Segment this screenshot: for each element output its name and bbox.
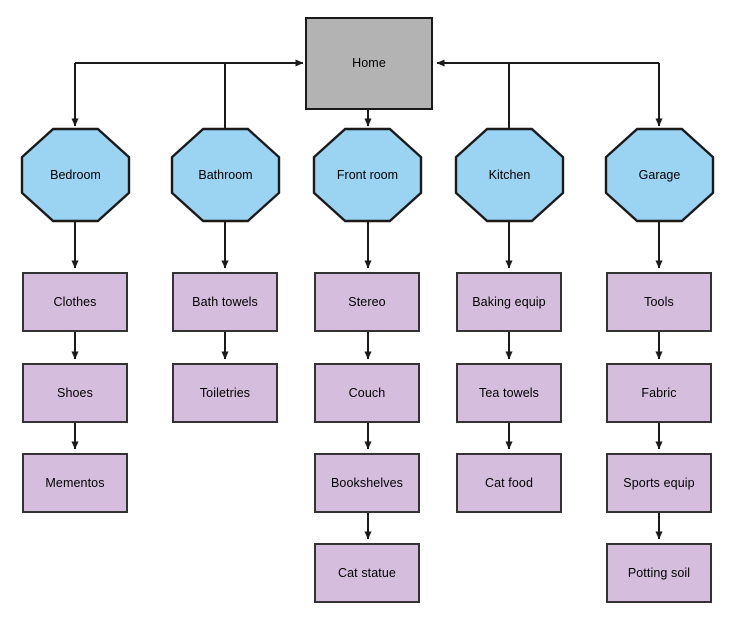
node-room-garage[interactable]: Garage	[604, 127, 715, 223]
node-item-label: Fabric	[641, 385, 677, 400]
edge-home-left-rail	[71, 59, 304, 130]
node-item-clothes[interactable]: Clothes	[22, 272, 128, 332]
node-item-label: Bookshelves	[331, 475, 403, 490]
node-room-label: Bedroom	[50, 168, 101, 182]
node-item-tools[interactable]: Tools	[606, 272, 712, 332]
node-item-stereo[interactable]: Stereo	[314, 272, 420, 332]
node-item-baking-equip[interactable]: Baking equip	[456, 272, 562, 332]
node-home-label: Home	[352, 56, 386, 71]
node-item-bath-towels[interactable]: Bath towels	[172, 272, 278, 332]
edge-room-to-first-item	[71, 222, 663, 269]
node-item-cat-food[interactable]: Cat food	[456, 453, 562, 513]
node-item-label: Mementos	[45, 475, 105, 490]
node-item-shoes[interactable]: Shoes	[22, 363, 128, 423]
node-item-label: Couch	[348, 385, 386, 400]
node-item-label: Bath towels	[192, 294, 258, 309]
node-home[interactable]: Home	[305, 17, 433, 110]
node-item-label: Clothes	[53, 294, 97, 309]
diagram-canvas: Home Bedroom Clothes Shoes Mementos Bathroom…	[0, 0, 736, 623]
node-item-fabric[interactable]: Fabric	[606, 363, 712, 423]
node-item-cat-statue[interactable]: Cat statue	[314, 543, 420, 603]
node-item-label: Sports equip	[623, 475, 695, 490]
node-room-bathroom[interactable]: Bathroom	[170, 127, 281, 223]
node-item-toiletries[interactable]: Toiletries	[172, 363, 278, 423]
node-item-label: Shoes	[57, 385, 93, 400]
node-item-label: Potting soil	[627, 565, 691, 580]
node-item-potting-soil[interactable]: Potting soil	[606, 543, 712, 603]
node-room-label: Bathroom	[198, 168, 253, 182]
node-item-mementos[interactable]: Mementos	[22, 453, 128, 513]
node-item-label: Tea towels	[478, 385, 540, 400]
node-item-label: Cat statue	[338, 565, 396, 580]
node-room-label: Garage	[638, 168, 681, 182]
node-item-tea-towels[interactable]: Tea towels	[456, 363, 562, 423]
node-item-label: Toiletries	[199, 385, 251, 400]
node-item-couch[interactable]: Couch	[314, 363, 420, 423]
node-room-front-room[interactable]: Front room	[312, 127, 423, 223]
node-item-label: Tools	[644, 294, 674, 309]
node-item-label: Stereo	[348, 294, 386, 309]
node-item-bookshelves[interactable]: Bookshelves	[314, 453, 420, 513]
node-item-sports-equip[interactable]: Sports equip	[606, 453, 712, 513]
node-room-label: Kitchen	[488, 168, 531, 182]
node-room-label: Front room	[336, 168, 399, 182]
edge-home-right-rail	[436, 59, 663, 130]
node-room-bedroom[interactable]: Bedroom	[20, 127, 131, 223]
node-item-label: Cat food	[484, 475, 534, 490]
node-room-kitchen[interactable]: Kitchen	[454, 127, 565, 223]
node-item-label: Baking equip	[472, 294, 546, 309]
